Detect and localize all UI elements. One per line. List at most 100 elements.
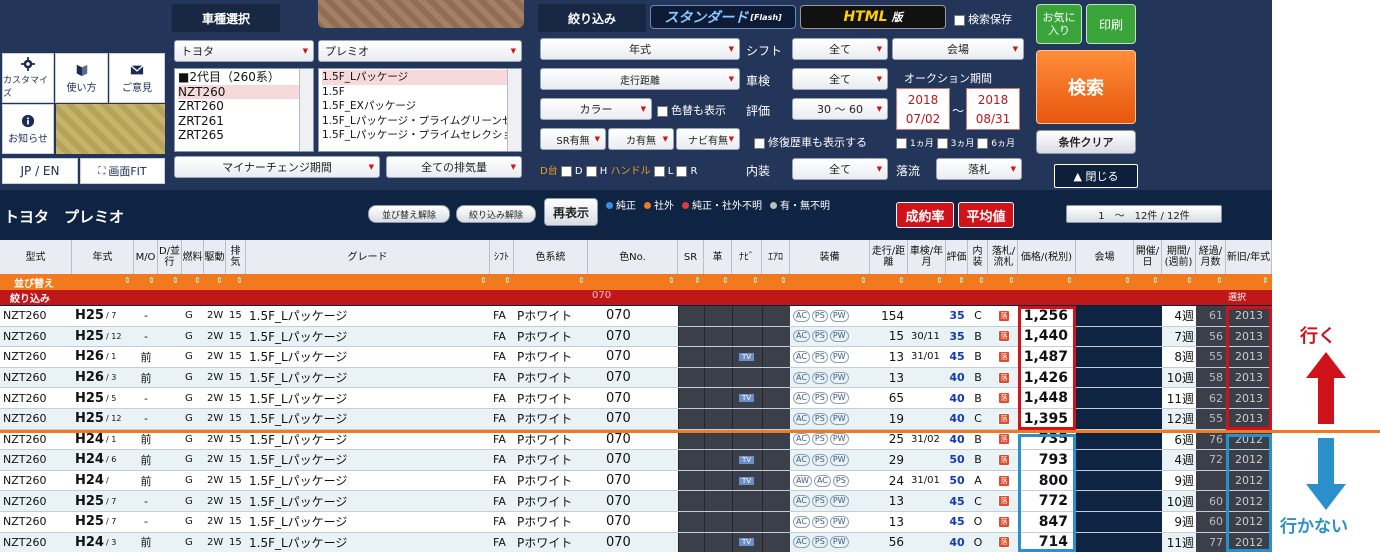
pager[interactable]: 1 ～ 12件 / 12件 (1066, 205, 1222, 223)
table-row[interactable]: NZT260 H26/ 3 前 G 2W 15 1.5F_Lパッケージ FA Pホワイト 070 A… (0, 367, 1272, 389)
column-header[interactable]: 色系統 (514, 240, 588, 274)
table-row[interactable]: NZT260 H26/ 1 前 G 2W 15 1.5F_Lパッケージ FA Pホワイト 070 T… (0, 347, 1272, 368)
period-1-checkbox[interactable] (896, 138, 907, 149)
favorite-button[interactable]: お気に 入り (1036, 4, 1082, 44)
grade-item[interactable]: 1.5F (322, 85, 518, 100)
sort-arrow-icon[interactable]: ⇕ (1152, 276, 1159, 285)
average-button[interactable]: 平均値 (958, 202, 1014, 228)
table-row[interactable]: NZT260 H25/ 7- G 2W 15 1.5F_Lパッケージ FA Pホワイト 070 A… (0, 491, 1272, 512)
repair-checkbox[interactable] (754, 137, 765, 149)
year-select[interactable]: 年式 (540, 38, 740, 60)
rating-select[interactable]: 30 ～ 60 (792, 98, 888, 120)
sort-arrow-icon[interactable]: ⇕ (936, 276, 943, 285)
column-header[interactable]: 落札/流札 (990, 240, 1018, 274)
generation-list[interactable]: ■2代目（260系） NZT260 ZRT260 ZRT261 ZRT265 (174, 68, 314, 152)
column-header[interactable]: 排気 (226, 240, 246, 274)
interior-select[interactable]: 全て (792, 158, 888, 180)
sr-select[interactable]: SR有無 (540, 128, 606, 150)
column-header[interactable]: 内装 (968, 240, 988, 274)
generation-item[interactable]: NZT260 (178, 84, 310, 99)
repair-option[interactable]: 修復歴車も表示する (754, 134, 867, 150)
column-header[interactable]: 走行/距離 (870, 240, 908, 274)
grade-item[interactable]: 1.5F_Lパッケージ・プライムグリーンセレ (322, 114, 521, 129)
table-row[interactable]: NZT260 H24/ 6 前 G 2W 15 1.5F_Lパッケージ FA Pホワイト 070 T… (0, 450, 1272, 471)
table-row[interactable]: NZT260 H25/ 7- G 2W 15 1.5F_Lパッケージ FA Pホワイト 070 A… (0, 306, 1272, 327)
sort-arrow-icon[interactable]: ⇕ (148, 276, 155, 285)
filter-reset-button[interactable]: 絞り込み解除 (456, 205, 536, 223)
r-checkbox[interactable] (676, 165, 688, 177)
grade-item[interactable]: 1.5F_Lパッケージ・プライムセレクション (322, 128, 521, 143)
sort-arrow-icon[interactable]: ⇕ (1124, 276, 1131, 285)
generation-item[interactable]: ZRT261 (178, 114, 310, 129)
sort-arrow-icon[interactable]: ⇕ (216, 276, 223, 285)
column-header[interactable]: 駆動 (204, 240, 226, 274)
grade-scrollbar[interactable] (507, 69, 521, 151)
sort-arrow-icon[interactable]: ⇕ (780, 276, 787, 285)
column-header[interactable]: M/O (134, 240, 158, 274)
column-header[interactable]: 新旧/年式 (1226, 240, 1272, 274)
column-header[interactable]: 色No. (588, 240, 678, 274)
date-from[interactable]: 2018 07/02 (896, 88, 950, 130)
color-select[interactable]: カラー (540, 98, 652, 120)
column-header[interactable]: 燃料 (182, 240, 204, 274)
mileage-select[interactable]: 走行距離 (540, 68, 740, 90)
generation-scrollbar[interactable] (299, 69, 313, 151)
sort-arrow-icon[interactable]: ⇕ (694, 276, 701, 285)
won-select[interactable]: 落札 (936, 158, 1022, 180)
h-checkbox[interactable] (585, 165, 597, 177)
venue-select[interactable]: 会場 (892, 38, 1024, 60)
generation-item[interactable]: ■2代目（260系） (178, 70, 310, 85)
redisplay-button[interactable]: 再表示 (544, 198, 598, 226)
sort-arrow-icon[interactable]: ⇕ (236, 276, 243, 285)
column-header[interactable]: 評価 (946, 240, 968, 274)
standard-flash-button[interactable]: スタンダード [Flash] (650, 5, 796, 29)
table-row[interactable]: NZT260 H25/ 12- G 2W 15 1.5F_Lパッケージ FA Pホワイト 070… (0, 409, 1272, 430)
show-repaint-checkbox[interactable] (657, 105, 668, 117)
fit-screen-button[interactable]: ⛶ 画面FIT (80, 158, 165, 184)
column-header[interactable]: 期間/(週前) (1162, 240, 1196, 274)
column-header[interactable]: 開催/日 (1134, 240, 1162, 274)
save-search-option[interactable]: 検索保存 (954, 11, 1012, 27)
sort-arrow-icon[interactable]: ⇕ (1262, 276, 1269, 285)
sort-arrow-icon[interactable]: ⇕ (898, 276, 905, 285)
date-to[interactable]: 2018 08/31 (966, 88, 1020, 130)
sort-arrow-icon[interactable]: ⇕ (752, 276, 759, 285)
contract-rate-button[interactable]: 成約率 (896, 202, 954, 228)
sort-arrow-icon[interactable]: ⇕ (668, 276, 675, 285)
sort-arrow-icon[interactable]: ⇕ (1186, 276, 1193, 285)
show-repaint-option[interactable]: 色替も表示 (657, 102, 726, 118)
howto-button[interactable]: 使い方 (55, 53, 108, 103)
print-button[interactable]: 印刷 (1086, 4, 1136, 44)
sort-arrow-icon[interactable]: ⇕ (1066, 276, 1073, 285)
period-options[interactable]: 1ヵ月 3ヵ月 6ヵ月 (896, 136, 1015, 149)
customize-button[interactable]: カスタマイズ (2, 53, 54, 103)
grade-item[interactable]: 1.5F_Lパッケージ (322, 70, 518, 85)
column-header[interactable]: SR (678, 240, 704, 274)
notice-button[interactable]: お知らせ (2, 104, 54, 154)
sort-arrow-icon[interactable]: ⇕ (1216, 276, 1223, 285)
exhaust-select[interactable]: 全ての排気量 (386, 156, 522, 178)
search-button[interactable]: 検索 (1036, 50, 1136, 124)
table-row[interactable]: NZT260 H25/ 12- G 2W 15 1.5F_Lパッケージ FA Pホワイト 070… (0, 326, 1272, 348)
d-checkbox[interactable] (560, 165, 572, 177)
table-row[interactable]: NZT260 H25/ 7- G 2W 15 1.5F_Lパッケージ FA Pホワイト 070 A… (0, 512, 1272, 533)
minor-change-select[interactable]: マイナーチェンジ期間 (174, 156, 380, 178)
column-header[interactable]: 車検/年月 (908, 240, 946, 274)
sort-arrow-icon[interactable]: ⇕ (504, 276, 511, 285)
model-select[interactable]: プレミオ (318, 40, 522, 62)
column-header[interactable]: 会場 (1076, 240, 1134, 274)
sort-arrow-icon[interactable]: ⇕ (172, 276, 179, 285)
column-header[interactable]: 型式 (0, 240, 72, 274)
sort-arrow-icon[interactable]: ⇕ (124, 276, 131, 285)
column-header[interactable]: ﾅﾋﾞ (732, 240, 762, 274)
l-checkbox[interactable] (653, 165, 665, 177)
column-header[interactable]: D/並行 (158, 240, 182, 274)
sort-arrow-icon[interactable]: ⇕ (978, 276, 985, 285)
column-header[interactable]: 年式 (72, 240, 134, 274)
language-toggle[interactable]: JP / EN (2, 158, 78, 184)
period-6-checkbox[interactable] (977, 138, 989, 149)
table-row[interactable]: NZT260 H24/前 G 2W 15 1.5F_Lパッケージ FA Pホワイト 070 TV A… (0, 470, 1272, 492)
handle-options[interactable]: D台 D H ハンドル L R (540, 162, 697, 177)
period-3-checkbox[interactable] (936, 138, 948, 149)
grade-item[interactable]: 1.5F_EXパッケージ (322, 99, 518, 114)
